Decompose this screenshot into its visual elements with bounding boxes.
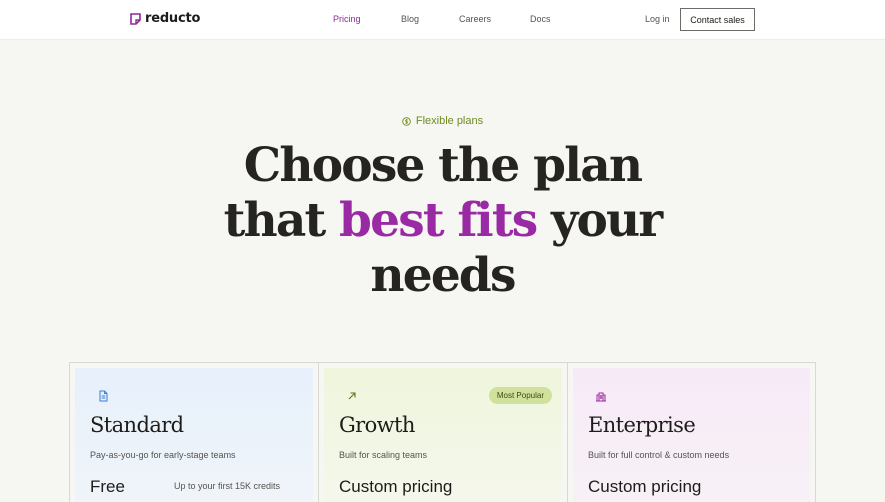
plan-name: Enterprise xyxy=(588,413,696,437)
title-accent: best fits xyxy=(339,193,538,248)
plan-description: Built for scaling teams xyxy=(339,450,428,460)
plan-card-standard: Standard Pay-as-you-go for early-stage t… xyxy=(70,363,318,502)
plan-card-growth: Most Popular Growth Built for scaling te… xyxy=(318,363,567,502)
plan-price: Free xyxy=(90,477,125,496)
plan-card-enterprise: Enterprise Built for full control & cust… xyxy=(567,363,815,502)
plan-name: Standard xyxy=(90,413,184,437)
most-popular-badge: Most Popular xyxy=(488,387,552,404)
page-title: Choose the plan that best fits your need… xyxy=(0,138,885,303)
plan-price: Custom pricing xyxy=(339,477,453,496)
flexible-plans-badge: Flexible plans xyxy=(0,115,885,127)
plan-description: Built for full control & custom needs xyxy=(588,450,730,460)
plan-name: Growth xyxy=(339,413,415,437)
top-nav: reducto Pricing Blog Careers Docs Log in… xyxy=(0,0,885,40)
building-icon xyxy=(596,392,606,402)
title-line-3: needs xyxy=(370,248,516,303)
plan-description: Pay-as-you-go for early-stage teams xyxy=(90,450,236,460)
document-icon xyxy=(99,390,108,402)
nav-link-pricing[interactable]: Pricing xyxy=(333,14,361,24)
nav-link-blog[interactable]: Blog xyxy=(401,14,419,24)
plan-price: Custom pricing xyxy=(588,477,702,496)
badge-label: Flexible plans xyxy=(415,115,484,127)
pricing-plans: Standard Pay-as-you-go for early-stage t… xyxy=(69,362,816,502)
contact-sales-button[interactable]: Contact sales xyxy=(680,8,755,31)
title-line-2-start: that xyxy=(223,193,340,248)
title-line-2-end: your xyxy=(536,193,663,248)
arrow-up-right-icon xyxy=(348,392,356,400)
plan-note: Up to your first 15K credits xyxy=(174,481,281,491)
login-link[interactable]: Log in xyxy=(645,14,670,24)
dollar-circle-icon xyxy=(402,116,411,126)
title-line-1: Choose the plan xyxy=(243,138,643,193)
nav-link-careers[interactable]: Careers xyxy=(459,14,491,24)
nav-link-docs[interactable]: Docs xyxy=(530,14,551,24)
